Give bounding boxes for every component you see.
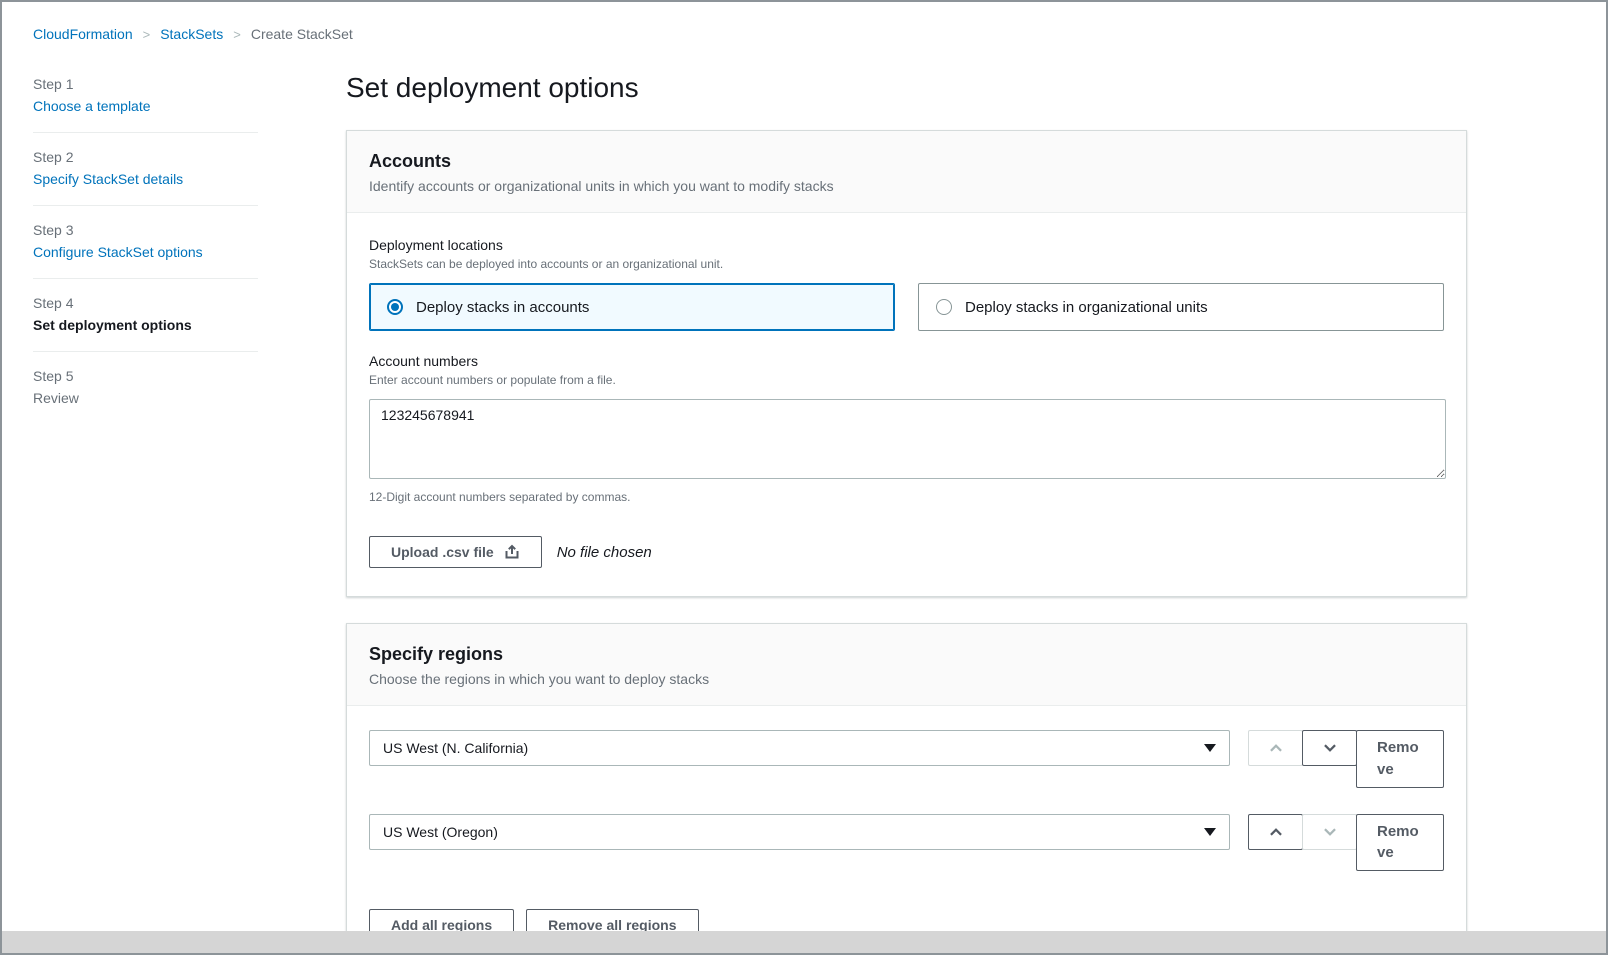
remove-region-button-1[interactable]: Remove: [1356, 730, 1444, 788]
region-select-1-value: US West (N. California): [383, 740, 528, 756]
move-up-button-1[interactable]: [1248, 730, 1303, 766]
upload-csv-button[interactable]: Upload .csv file: [369, 536, 542, 568]
chevron-up-icon: [1267, 739, 1285, 757]
step-1: Step 1 Choose a template: [33, 70, 258, 132]
deployment-locations-label: Deployment locations: [369, 237, 1444, 253]
region-select-2-value: US West (Oregon): [383, 824, 498, 840]
regions-card-header: Specify regions Choose the regions in wh…: [347, 624, 1466, 706]
account-numbers-label: Account numbers: [369, 353, 1444, 369]
step-2: Step 2 Specify StackSet details: [33, 132, 258, 205]
add-all-regions-button[interactable]: Add all regions: [369, 909, 514, 931]
move-down-button-2[interactable]: [1302, 814, 1357, 850]
region-select-1[interactable]: US West (N. California): [369, 730, 1230, 766]
radio-unselected-icon: [936, 299, 952, 315]
region-actions: Add all regions Remove all regions: [369, 909, 1444, 931]
step-5-number: Step 5: [33, 368, 258, 384]
upload-csv-button-label: Upload .csv file: [391, 544, 494, 560]
chevron-down-icon: [1204, 744, 1216, 752]
account-numbers-input[interactable]: 123245678941: [369, 399, 1446, 479]
breadcrumb-cloudformation[interactable]: CloudFormation: [33, 26, 133, 42]
step-2-number: Step 2: [33, 149, 258, 165]
chevron-down-icon: [1321, 823, 1339, 841]
step-5: Step 5 Review: [33, 351, 258, 424]
chevron-down-icon: [1204, 828, 1216, 836]
regions-card-title: Specify regions: [369, 644, 1444, 665]
step-4: Step 4 Set deployment options: [33, 278, 258, 351]
region-row: US West (Oregon): [369, 814, 1444, 872]
remove-all-regions-button[interactable]: Remove all regions: [526, 909, 698, 931]
account-numbers-helper: 12-Digit account numbers separated by co…: [369, 490, 1444, 504]
wizard-steps-sidebar: Step 1 Choose a template Step 2 Specify …: [33, 70, 258, 424]
chevron-down-icon: [1321, 739, 1339, 757]
specify-regions-card: Specify regions Choose the regions in wh…: [346, 623, 1467, 931]
regions-card-description: Choose the regions in which you want to …: [369, 671, 1444, 687]
radio-tile-label: Deploy stacks in accounts: [416, 299, 589, 316]
browser-frame: CloudFormation > StackSets > Create Stac…: [0, 0, 1608, 955]
page-title: Set deployment options: [346, 72, 1467, 104]
upload-row: Upload .csv file No file chosen: [369, 536, 1444, 568]
move-up-button-2[interactable]: [1248, 814, 1303, 850]
step-4-current: Set deployment options: [33, 317, 258, 333]
accounts-card-title: Accounts: [369, 151, 1444, 172]
page: CloudFormation > StackSets > Create Stac…: [2, 2, 1606, 931]
step-4-number: Step 4: [33, 295, 258, 311]
step-3-link[interactable]: Configure StackSet options: [33, 244, 258, 260]
step-3-number: Step 3: [33, 222, 258, 238]
accounts-card: Accounts Identify accounts or organizati…: [346, 130, 1467, 597]
file-status-text: No file chosen: [557, 544, 652, 561]
region-row: US West (N. California): [369, 730, 1444, 788]
radio-selected-icon: [387, 299, 403, 315]
remove-region-button-2[interactable]: Remove: [1356, 814, 1444, 872]
radio-tile-deploy-accounts[interactable]: Deploy stacks in accounts: [369, 283, 895, 331]
account-numbers-description: Enter account numbers or populate from a…: [369, 373, 1444, 387]
accounts-card-body: Deployment locations StackSets can be de…: [347, 213, 1466, 596]
step-1-number: Step 1: [33, 76, 258, 92]
deployment-location-tiles: Deploy stacks in accounts Deploy stacks …: [369, 283, 1444, 331]
step-1-link[interactable]: Choose a template: [33, 98, 258, 114]
step-2-link[interactable]: Specify StackSet details: [33, 171, 258, 187]
chevron-up-icon: [1267, 823, 1285, 841]
breadcrumb-current: Create StackSet: [251, 26, 353, 42]
radio-tile-label: Deploy stacks in organizational units: [965, 299, 1208, 316]
region-select-2[interactable]: US West (Oregon): [369, 814, 1230, 850]
regions-card-body: US West (N. California): [347, 706, 1466, 931]
deployment-locations-description: StackSets can be deployed into accounts …: [369, 257, 1444, 271]
move-down-button-1[interactable]: [1302, 730, 1357, 766]
breadcrumb-separator-icon: >: [143, 27, 151, 42]
radio-tile-deploy-org-units[interactable]: Deploy stacks in organizational units: [918, 283, 1444, 331]
upload-icon: [504, 544, 520, 560]
main-content: Set deployment options Accounts Identify…: [346, 70, 1467, 931]
step-3: Step 3 Configure StackSet options: [33, 205, 258, 278]
breadcrumb-stacksets[interactable]: StackSets: [160, 26, 223, 42]
breadcrumb-separator-icon: >: [233, 27, 241, 42]
step-5-label: Review: [33, 390, 258, 406]
breadcrumb: CloudFormation > StackSets > Create Stac…: [33, 26, 1606, 42]
accounts-card-header: Accounts Identify accounts or organizati…: [347, 131, 1466, 213]
accounts-card-description: Identify accounts or organizational unit…: [369, 178, 1444, 194]
